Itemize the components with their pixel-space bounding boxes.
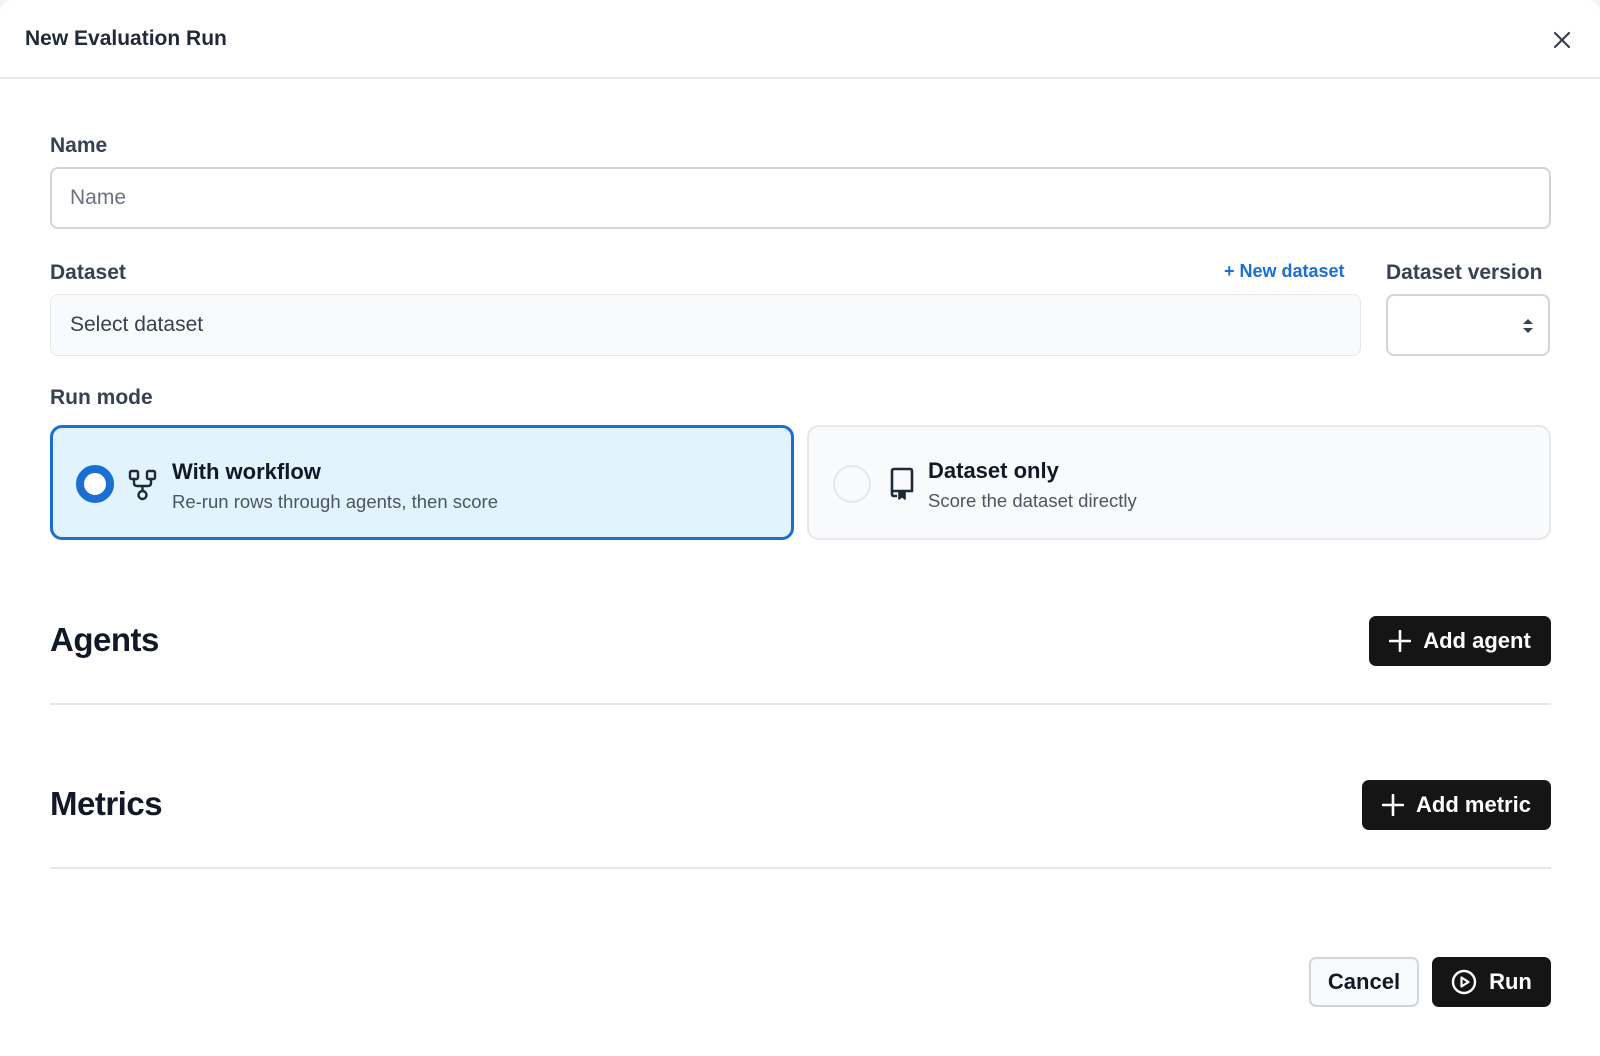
dialog-header: New Evaluation Run: [0, 0, 1600, 79]
new-dataset-link[interactable]: + New dataset: [1224, 261, 1345, 282]
close-icon: [1553, 31, 1571, 49]
plus-icon: [1389, 630, 1412, 652]
radio-unselected[interactable]: [833, 465, 871, 503]
run-mode-dataset-only[interactable]: Dataset only Score the dataset directly: [807, 425, 1551, 540]
cancel-button[interactable]: Cancel: [1309, 957, 1419, 1007]
name-label: Name: [50, 134, 108, 157]
plus-icon: [1382, 794, 1405, 816]
run-label: Run: [1489, 969, 1532, 994]
metrics-divider: [50, 867, 1551, 869]
add-metric-label: Add metric: [1416, 792, 1531, 817]
agents-heading: Agents: [50, 621, 159, 658]
dataset-select-placeholder: Select dataset: [70, 313, 204, 336]
workflow-icon: [128, 469, 157, 501]
add-agent-button[interactable]: Add agent: [1369, 616, 1551, 666]
add-agent-label: Add agent: [1423, 628, 1531, 653]
close-button[interactable]: [1548, 26, 1576, 54]
select-arrows-icon: [1523, 319, 1533, 333]
bookmark-icon: [890, 467, 914, 500]
dialog-title: New Evaluation Run: [25, 27, 227, 50]
mode-title: With workflow: [172, 459, 321, 484]
mode-title: Dataset only: [928, 458, 1059, 483]
run-mode-label: Run mode: [50, 386, 153, 409]
add-metric-button[interactable]: Add metric: [1362, 780, 1551, 830]
agents-divider: [50, 703, 1551, 705]
run-button[interactable]: Run: [1432, 957, 1551, 1007]
metrics-heading: Metrics: [50, 785, 163, 822]
play-circle-icon: [1451, 969, 1477, 995]
mode-description: Re-run rows through agents, then score: [172, 491, 498, 512]
mode-description: Score the dataset directly: [928, 490, 1137, 511]
cancel-label: Cancel: [1327, 969, 1401, 994]
new-evaluation-run-dialog: New Evaluation Run Name Dataset + New da…: [0, 0, 1600, 1056]
dataset-label: Dataset: [50, 261, 126, 284]
dataset-select[interactable]: Select dataset: [50, 294, 1361, 356]
dataset-version-label: Dataset version: [1386, 261, 1543, 284]
run-mode-with-workflow[interactable]: With workflow Re-run rows through agents…: [50, 425, 794, 540]
radio-selected[interactable]: [76, 465, 114, 503]
name-input[interactable]: [50, 167, 1551, 229]
dataset-version-select[interactable]: [1386, 294, 1550, 356]
